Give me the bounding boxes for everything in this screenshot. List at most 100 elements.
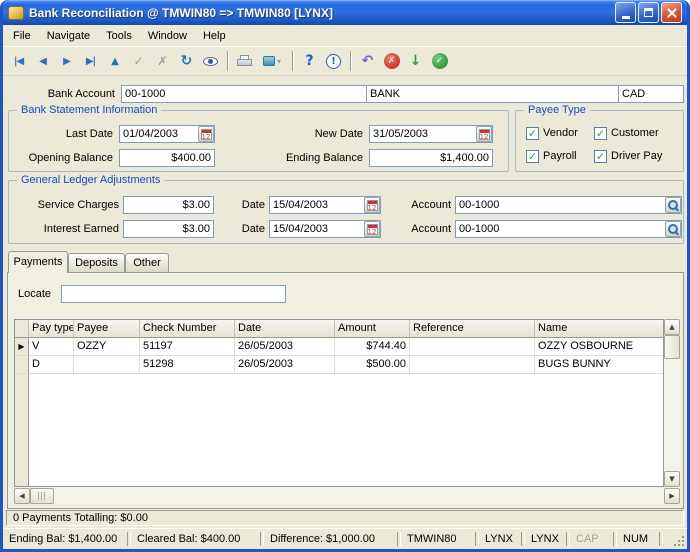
first-record-button[interactable]: |◀ (7, 50, 30, 72)
currency-input[interactable] (618, 85, 684, 103)
service-charges-amount-input[interactable] (123, 196, 214, 214)
tab-deposits[interactable]: Deposits (68, 253, 125, 272)
horizontal-scroll-thumb[interactable] (30, 488, 54, 504)
customer-checkbox-row: ✓ Customer (594, 126, 659, 140)
column-header-reference[interactable]: Reference (410, 320, 535, 338)
locate-input[interactable] (61, 285, 286, 303)
service-charges-account-lookup-button[interactable] (665, 197, 681, 213)
payee-type-group-title: Payee Type (524, 103, 590, 117)
menu-bar: File Navigate Tools Window Help (3, 25, 687, 46)
printer-icon (237, 55, 253, 68)
commit-button[interactable]: ✓ (428, 50, 451, 72)
prev-record-button[interactable]: ◀ (31, 50, 54, 72)
magnifier-icon (667, 223, 679, 235)
cell-pay-type: D (29, 356, 74, 374)
vendor-checkbox[interactable]: ✓ (526, 127, 539, 140)
maximize-button[interactable] (638, 2, 659, 23)
cell-payee: OZZY (74, 338, 140, 356)
app-window: Bank Reconciliation @ TMWIN80 => TMWIN80… (0, 0, 690, 552)
titlebar[interactable]: Bank Reconciliation @ TMWIN80 => TMWIN80… (3, 0, 687, 25)
cell-pay-type: V (29, 338, 74, 356)
bank-account-input[interactable] (121, 85, 367, 103)
vertical-scroll-thumb[interactable] (664, 335, 680, 359)
undo-button[interactable]: ↶ (356, 50, 379, 72)
close-button[interactable] (661, 2, 682, 23)
last-date-calendar-button[interactable]: 12 (198, 126, 214, 142)
scroll-right-button[interactable]: ▶ (664, 488, 680, 504)
menu-window[interactable]: Window (140, 27, 195, 45)
payments-tab-panel: Locate Pay type Payee Check Number Date … (7, 272, 684, 509)
scroll-left-button[interactable]: ◀ (14, 488, 30, 504)
interest-earned-calendar-button[interactable]: 12 (364, 221, 380, 237)
vertical-scroll-track[interactable] (664, 359, 680, 471)
driver-pay-checkbox[interactable]: ✓ (594, 150, 607, 163)
abort-button[interactable]: ✗ (380, 50, 403, 72)
toolbar-separator (350, 51, 352, 71)
commit-check-icon: ✓ (432, 53, 448, 69)
cell-date: 26/05/2003 (235, 338, 335, 356)
minimize-button[interactable] (615, 2, 636, 23)
new-date-calendar-button[interactable]: 12 (476, 126, 492, 142)
column-header-amount[interactable]: Amount (335, 320, 410, 338)
service-charges-calendar-button[interactable]: 12 (364, 197, 380, 213)
maximize-icon (644, 8, 653, 17)
magnifier-icon (667, 199, 679, 211)
menu-navigate[interactable]: Navigate (39, 27, 98, 45)
cancel-edit-button[interactable]: ✗ (151, 50, 174, 72)
service-charges-account-input[interactable] (455, 196, 682, 214)
up-record-button[interactable]: ▲ (103, 50, 126, 72)
new-date-input[interactable] (369, 125, 493, 143)
column-header-pay-type[interactable]: Pay type (29, 320, 74, 338)
menu-file[interactable]: File (5, 27, 39, 45)
help-button[interactable]: ? (298, 50, 321, 72)
table-empty-area (15, 374, 663, 486)
toolbar: |◀ ◀ ▶ ▶| ▲ ✓ ✗ ↻ ▾ ? ! ↶ ✗ ↓ ✓ (3, 46, 687, 76)
service-charges-date-label: Date (227, 196, 265, 214)
table-row[interactable]: ▶ V OZZY 51197 26/05/2003 $744.40 OZZY O… (15, 338, 663, 356)
ending-balance-input[interactable] (369, 149, 493, 167)
post-button[interactable]: ↓ (404, 50, 427, 72)
table-row[interactable]: D 51298 26/05/2003 $500.00 BUGS BUNNY (15, 356, 663, 374)
customer-checkbox[interactable]: ✓ (594, 127, 607, 140)
tab-other[interactable]: Other (125, 253, 169, 272)
scroll-down-button[interactable]: ▼ (664, 471, 680, 487)
info-button[interactable]: ! (322, 50, 345, 72)
bank-name-input[interactable] (366, 85, 619, 103)
chevron-down-icon: ▾ (277, 57, 281, 66)
close-icon (666, 7, 678, 19)
interest-earned-amount-input[interactable] (123, 220, 214, 238)
resize-grip[interactable] (670, 529, 687, 549)
x-icon: ✗ (157, 54, 167, 68)
print-button[interactable] (233, 50, 256, 72)
menu-help[interactable]: Help (195, 27, 234, 45)
interest-earned-account-input[interactable] (455, 220, 682, 238)
status-bar: Ending Bal: $1,400.00 Cleared Bal: $400.… (3, 528, 687, 549)
last-record-button[interactable]: ▶| (79, 50, 102, 72)
menu-tools[interactable]: Tools (98, 27, 140, 45)
column-header-name[interactable]: Name (535, 320, 664, 338)
payroll-checkbox[interactable]: ✓ (526, 150, 539, 163)
next-record-button[interactable]: ▶ (55, 50, 78, 72)
check-icon: ✓ (133, 54, 143, 68)
column-header-check-number[interactable]: Check Number (140, 320, 235, 338)
column-header-date[interactable]: Date (235, 320, 335, 338)
opening-balance-label: Opening Balance (11, 149, 113, 167)
horizontal-scroll-track[interactable] (54, 488, 664, 504)
view-button[interactable] (199, 50, 222, 72)
client-area: File Navigate Tools Window Help |◀ ◀ ▶ ▶… (3, 25, 687, 549)
status-cleared-balance: Cleared Bal: $400.00 (131, 529, 264, 549)
accept-button[interactable]: ✓ (127, 50, 150, 72)
service-charges-label: Service Charges (11, 196, 119, 214)
cell-date: 26/05/2003 (235, 356, 335, 374)
refresh-button[interactable]: ↻ (175, 50, 198, 72)
up-arrow-icon: ▲ (669, 323, 674, 331)
column-header-payee[interactable]: Payee (74, 320, 140, 338)
tab-payments[interactable]: Payments (8, 251, 68, 273)
scroll-up-button[interactable]: ▲ (664, 319, 680, 335)
opening-balance-input[interactable] (119, 149, 215, 167)
payroll-label: Payroll (543, 150, 577, 162)
export-dropdown-button[interactable]: ▾ (257, 50, 287, 72)
interest-earned-account-lookup-button[interactable] (665, 221, 681, 237)
window-controls (615, 2, 682, 23)
driver-pay-checkbox-row: ✓ Driver Pay (594, 149, 662, 163)
